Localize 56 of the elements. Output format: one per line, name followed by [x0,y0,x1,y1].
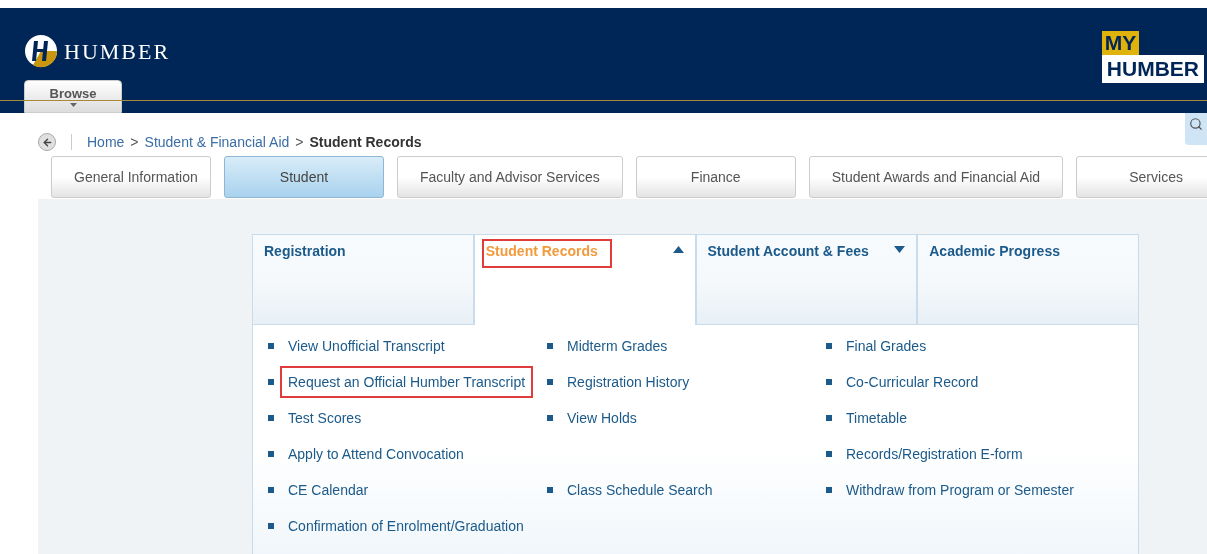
menu-link[interactable]: View Unofficial Transcript [288,337,445,355]
search-icon [1189,117,1203,131]
menu-link[interactable]: Class Schedule Search [567,481,713,499]
menu-link[interactable]: Withdraw from Program or Semester [846,481,1074,499]
nav-tab[interactable]: Student [224,156,384,198]
bullet-icon [547,343,553,349]
back-arrow-icon [41,136,53,148]
menu-link[interactable]: Midterm Grades [567,337,668,355]
breadcrumb-current: Student Records [309,132,422,152]
bullet-icon [826,379,832,385]
menu-header-label: Registration [264,243,346,259]
bullet-icon [268,487,274,493]
breadcrumb-link[interactable]: Home [87,131,125,153]
menu-link[interactable]: Confirmation of Enrolment/Graduation [288,517,524,535]
bullet-icon [268,523,274,529]
menu-header[interactable]: Registration [252,234,474,325]
browse-button[interactable]: Browse [24,80,122,113]
breadcrumb-link[interactable]: Student & Financial Aid [144,131,290,153]
menu-header-label: Academic Progress [929,243,1060,259]
bullet-icon [268,343,274,349]
menu-header-label: Student Records [485,243,598,259]
menu-link[interactable]: Final Grades [846,337,927,355]
bullet-icon [547,487,553,493]
bullet-icon [826,415,832,421]
menu-link[interactable]: Co-Curricular Record [846,373,979,391]
nav-tab[interactable]: General Information [51,156,211,198]
logo-text: HUMBER [64,37,171,66]
bullet-icon [547,379,553,385]
menu-header[interactable]: Academic Progress [917,234,1139,325]
menu-link[interactable]: Apply to Attend Convocation [288,445,464,463]
menu-link[interactable]: View Holds [567,409,637,427]
breadcrumb-separator: > [130,132,139,152]
bullet-icon [826,343,832,349]
nav-tab[interactable]: Services [1076,156,1207,198]
back-button[interactable] [38,133,56,151]
menu-link[interactable]: Records/Registration E-form [846,445,1023,463]
bullet-icon [826,451,832,457]
menu-link[interactable]: Registration History [567,373,690,391]
bullet-icon [268,379,274,385]
bullet-icon [268,451,274,457]
nav-tab[interactable]: Faculty and Advisor Services [397,156,623,198]
nav-tab[interactable]: Finance [635,156,796,198]
menu-header[interactable]: Student Account & Fees [695,234,918,325]
bullet-icon [547,415,553,421]
menu-link[interactable]: Request an Official Humber Transcript [288,373,526,391]
breadcrumb-separator: > [295,132,304,152]
bullet-icon [826,487,832,493]
logo-icon [24,34,58,68]
search-button[interactable] [1185,113,1207,145]
menu-header-label: Student Account & Fees [707,243,869,259]
brand-badge: MY HUMBER [1101,31,1204,113]
menu-link[interactable]: Test Scores [288,409,362,427]
bullet-icon [268,415,274,421]
menu-link[interactable]: Timetable [846,409,907,427]
nav-tab[interactable]: Student Awards and Financial Aid [808,156,1064,198]
menu-link[interactable]: CE Calendar [288,481,369,499]
